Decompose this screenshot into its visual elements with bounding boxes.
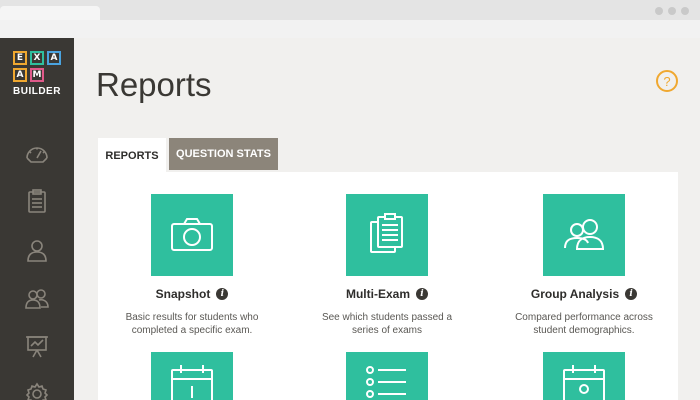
card-description: Compared performance across student demo… xyxy=(515,312,653,336)
card-title-text: Group Analysis xyxy=(530,287,620,301)
page-title: Reports xyxy=(96,66,212,103)
exam-builder-logo[interactable]: E X A A M BUILDER xyxy=(13,51,61,97)
main-content: Reports ? REPORTS QUESTION STATS Snapsho… xyxy=(74,38,700,400)
dashboard-icon[interactable] xyxy=(24,140,50,166)
clipboard-stack-icon xyxy=(370,213,403,253)
card-description: Basic results for students who completed… xyxy=(125,312,259,336)
window-dot-icon[interactable] xyxy=(681,7,689,15)
report-card-multi-exam[interactable]: Multi-Exam i See which students passed a… xyxy=(292,194,482,337)
calendar-person-icon xyxy=(563,365,605,400)
card-title: Group Analysis i xyxy=(489,287,679,301)
report-tile-list[interactable] xyxy=(346,352,428,400)
clipboard-icon[interactable] xyxy=(24,188,50,214)
window-dot-icon[interactable] xyxy=(668,7,676,15)
browser-toolbar xyxy=(0,20,700,38)
help-icon[interactable]: ? xyxy=(656,70,678,92)
tab-reports[interactable]: REPORTS xyxy=(98,138,166,174)
info-icon[interactable]: i xyxy=(625,288,638,300)
snapshot-tile[interactable] xyxy=(151,194,233,276)
info-icon[interactable]: i xyxy=(216,288,229,300)
camera-icon xyxy=(171,218,213,251)
info-icon[interactable]: i xyxy=(416,288,428,300)
report-tile-calendar[interactable] xyxy=(151,352,233,400)
report-card-group-analysis[interactable]: Group Analysis i Compared performance ac… xyxy=(489,194,679,337)
logo-letter: X xyxy=(30,51,44,65)
people-icon xyxy=(564,219,605,250)
presentation-icon[interactable] xyxy=(24,333,50,359)
gear-icon[interactable] xyxy=(24,381,50,400)
report-card-snapshot[interactable]: Snapshot i Basic results for students wh… xyxy=(97,194,287,337)
calendar-icon xyxy=(171,365,213,400)
logo-letter: A xyxy=(13,68,27,82)
sidebar: E X A A M BUILDER xyxy=(0,38,74,400)
logo-letter: E xyxy=(13,51,27,65)
multi-exam-tile[interactable] xyxy=(346,194,428,276)
group-analysis-tile[interactable] xyxy=(543,194,625,276)
window-dot-icon[interactable] xyxy=(655,7,663,15)
user-icon[interactable] xyxy=(24,237,50,263)
logo-letter: A xyxy=(47,51,61,65)
card-title: Multi-Exam i xyxy=(292,287,482,301)
card-title-text: Multi-Exam xyxy=(345,287,410,301)
logo-word: BUILDER xyxy=(13,86,61,97)
card-title-text: Snapshot xyxy=(155,287,211,301)
list-icon xyxy=(366,366,406,398)
logo-letter: M xyxy=(30,68,44,82)
browser-chrome xyxy=(0,0,700,38)
reports-panel: Snapshot i Basic results for students wh… xyxy=(98,172,678,400)
card-description: See which students passed a series of ex… xyxy=(321,312,453,336)
tab-question-stats[interactable]: QUESTION STATS xyxy=(169,138,278,170)
users-icon[interactable] xyxy=(24,285,50,311)
report-tile-calendar-person[interactable] xyxy=(543,352,625,400)
card-title: Snapshot i xyxy=(97,287,287,301)
